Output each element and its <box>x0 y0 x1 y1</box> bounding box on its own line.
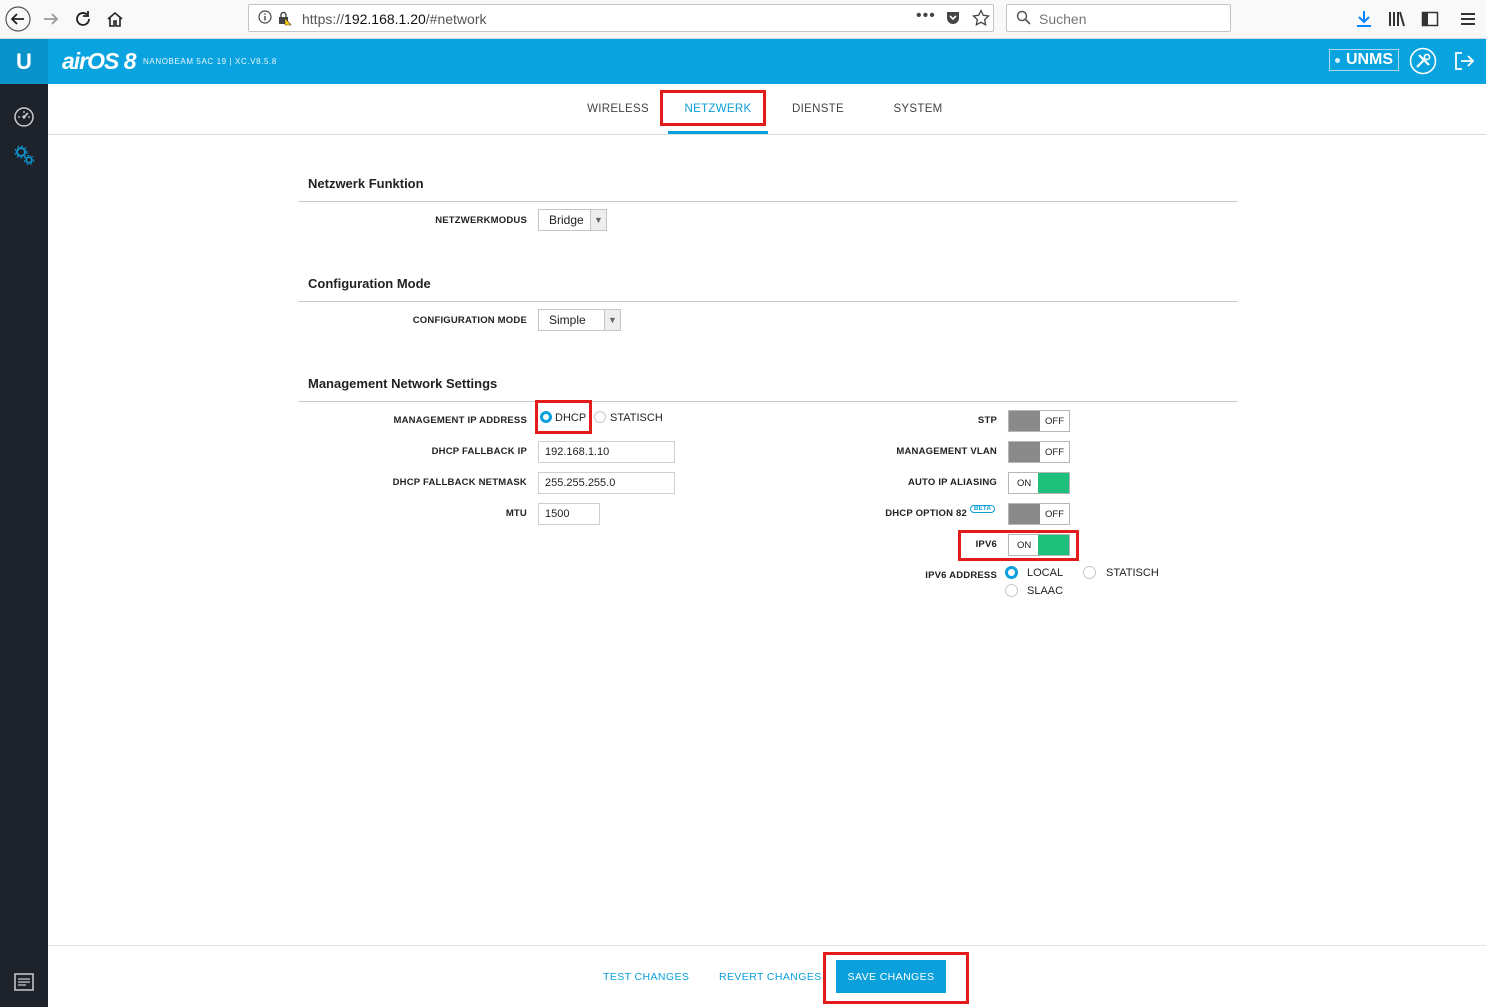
revert-changes-button[interactable]: REVERT CHANGES <box>719 971 822 983</box>
tab-system[interactable]: SYSTEM <box>878 103 958 115</box>
radio-statisch-label[interactable]: STATISCH <box>610 412 663 424</box>
settings-gears-icon[interactable] <box>12 143 36 172</box>
tab-dienste[interactable]: DIENSTE <box>778 103 858 115</box>
section-title-netzwerk-funktion: Netzwerk Funktion <box>308 176 424 191</box>
info-icon[interactable] <box>258 10 272 29</box>
beta-badge: BETA <box>970 505 996 513</box>
radio-ipv6-local-label[interactable]: LOCAL <box>1027 567 1063 579</box>
back-icon[interactable] <box>3 4 33 34</box>
forward-icon[interactable] <box>36 4 66 34</box>
bookmark-star-icon[interactable] <box>972 8 990 32</box>
stp-label: STP <box>977 415 997 426</box>
configuration-mode-select[interactable]: Simple ▼ <box>538 309 621 331</box>
stp-state: OFF <box>1045 416 1064 427</box>
mtu-input[interactable]: 1500 <box>538 503 600 525</box>
toggle-knob <box>1009 442 1040 462</box>
stp-toggle[interactable]: OFF <box>1008 410 1070 432</box>
reload-icon[interactable] <box>68 4 98 34</box>
section-title-management: Management Network Settings <box>308 376 498 391</box>
dashboard-icon[interactable] <box>13 106 35 133</box>
configuration-mode-label: CONFIGURATION MODE <box>412 315 527 326</box>
sidebar <box>0 84 48 1007</box>
radio-ipv6-slaac[interactable] <box>1005 584 1018 597</box>
radio-ipv6-local[interactable] <box>1005 566 1018 579</box>
dhcp-option-82-state: OFF <box>1045 509 1064 520</box>
airos-logo: airOS 8 <box>62 48 137 74</box>
toggle-knob <box>1009 411 1040 431</box>
chevron-down-icon: ▼ <box>604 310 620 330</box>
configuration-mode-value: Simple <box>549 313 586 327</box>
auto-ip-aliasing-toggle[interactable]: ON <box>1008 472 1070 494</box>
management-vlan-toggle[interactable]: OFF <box>1008 441 1070 463</box>
fallback-ip-label: DHCP FALLBACK IP <box>431 446 527 457</box>
ipv6-toggle[interactable]: ON <box>1008 534 1070 556</box>
radio-dhcp-label[interactable]: DHCP <box>555 412 586 424</box>
download-icon[interactable] <box>1356 10 1372 33</box>
url-prefix: https:// <box>302 11 345 27</box>
url-text[interactable]: https://192.168.1.20/#network <box>302 11 486 27</box>
fallback-netmask-label: DHCP FALLBACK NETMASK <box>392 477 527 488</box>
section-title-configuration-mode: Configuration Mode <box>308 276 431 291</box>
netzwerkmodus-select[interactable]: Bridge ▼ <box>538 209 607 231</box>
section-divider <box>298 201 1238 202</box>
netzwerkmodus-label: NETZWERKMODUS <box>435 215 527 226</box>
ipv6-label: IPV6 <box>975 539 997 550</box>
search-input[interactable]: Suchen <box>1039 11 1086 27</box>
tab-netzwerk[interactable]: NETZWERK <box>678 103 758 115</box>
radio-ipv6-slaac-label[interactable]: SLAAC <box>1027 585 1063 597</box>
sidebar-toggle-icon[interactable] <box>1421 10 1439 33</box>
fallback-ip-input[interactable]: 192.168.1.10 <box>538 441 675 463</box>
test-changes-button[interactable]: TEST CHANGES <box>603 971 689 983</box>
radio-statisch[interactable] <box>594 411 606 423</box>
menu-icon[interactable] <box>1460 10 1476 33</box>
pocket-icon[interactable] <box>945 10 961 31</box>
section-divider <box>298 301 1238 302</box>
search-icon <box>1016 10 1031 30</box>
home-icon[interactable] <box>100 4 130 34</box>
fallback-netmask-input[interactable]: 255.255.255.0 <box>538 472 675 494</box>
url-bar[interactable]: https://192.168.1.20/#network ••• <box>248 4 994 32</box>
management-vlan-state: OFF <box>1045 447 1064 458</box>
section-divider <box>298 401 1238 402</box>
url-host: 192.168.1.20 <box>344 11 426 27</box>
chevron-down-icon: ▼ <box>590 210 606 230</box>
page-actions-icon[interactable]: ••• <box>916 7 936 25</box>
toggle-knob <box>1038 535 1069 555</box>
unms-label: UNMS <box>1345 51 1394 68</box>
url-path: /#network <box>425 11 487 27</box>
browser-toolbar: https://192.168.1.20/#network ••• Suchen <box>0 0 1486 39</box>
management-vlan-label: MANAGEMENT VLAN <box>896 446 997 457</box>
device-info: NANOBEAM 5AC 19 | XC.V8.5.8 <box>143 57 277 66</box>
auto-ip-aliasing-label: AUTO IP ALIASING <box>907 477 997 488</box>
unms-button[interactable]: UNMS <box>1329 49 1399 71</box>
netzwerkmodus-value: Bridge <box>549 213 584 227</box>
dhcp-option-82-label: DHCP OPTION 82 <box>885 508 967 519</box>
ipv6-address-label: IPV6 ADDRESS <box>925 570 997 581</box>
toggle-knob <box>1038 473 1069 493</box>
insecure-lock-icon[interactable] <box>276 10 292 31</box>
active-tab-indicator <box>668 131 768 134</box>
unms-status-dot <box>1334 57 1340 63</box>
tab-bar <box>48 84 1486 135</box>
mtu-label: MTU <box>505 508 527 519</box>
ubiquiti-logo[interactable]: U <box>0 39 48 84</box>
app-header: U airOS 8 NANOBEAM 5AC 19 | XC.V8.5.8 UN… <box>0 39 1486 84</box>
tab-wireless[interactable]: WIRELESS <box>578 103 658 115</box>
log-icon[interactable] <box>14 973 34 996</box>
management-ip-label: MANAGEMENT IP ADDRESS <box>393 415 527 426</box>
radio-ipv6-statisch-label[interactable]: STATISCH <box>1106 567 1159 579</box>
radio-ipv6-statisch[interactable] <box>1083 566 1096 579</box>
auto-ip-aliasing-state: ON <box>1017 478 1032 489</box>
logout-icon[interactable] <box>1453 50 1475 77</box>
toggle-knob <box>1009 504 1040 524</box>
library-icon[interactable] <box>1388 10 1406 33</box>
ipv6-state: ON <box>1017 540 1032 551</box>
radio-dhcp[interactable] <box>540 411 552 423</box>
tools-icon[interactable] <box>1409 47 1437 80</box>
dhcp-option-82-toggle[interactable]: OFF <box>1008 503 1070 525</box>
search-bar[interactable]: Suchen <box>1006 4 1231 32</box>
save-changes-button[interactable]: SAVE CHANGES <box>836 960 946 993</box>
